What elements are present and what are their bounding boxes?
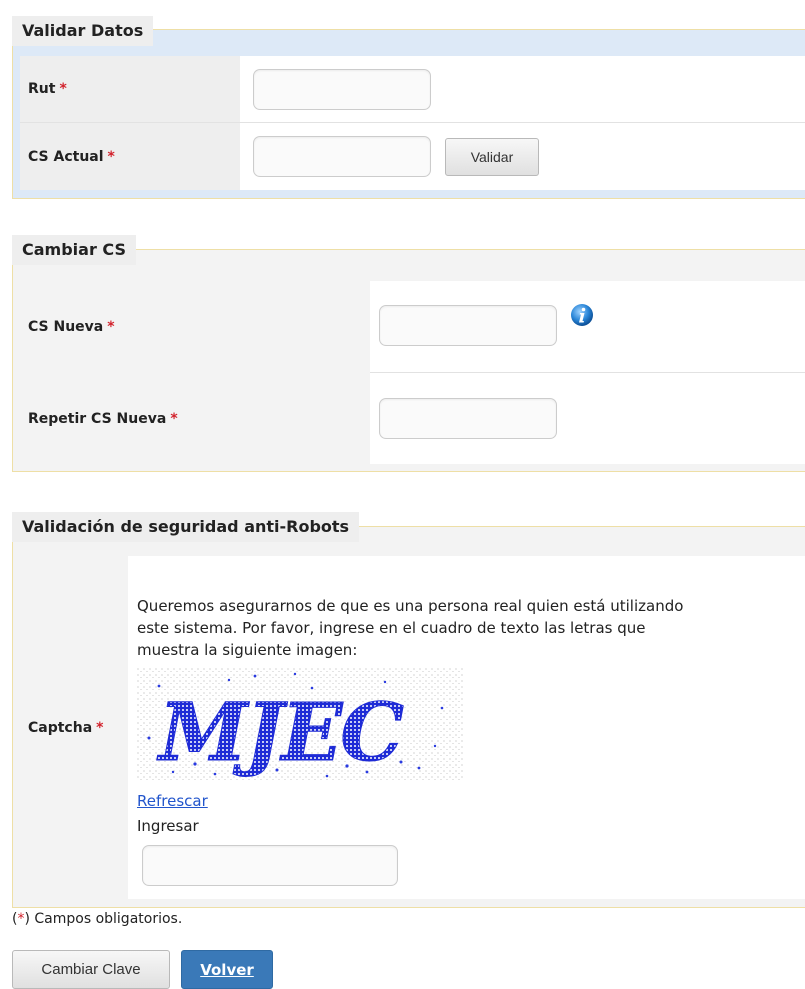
row-divider — [370, 372, 805, 373]
validar-button[interactable]: Validar — [445, 138, 539, 176]
ingresar-label: Ingresar — [137, 817, 199, 835]
cambiar-legend: Cambiar CS — [12, 235, 136, 265]
captcha-input[interactable] — [142, 845, 398, 886]
volver-button[interactable]: Volver — [181, 950, 273, 989]
rut-label: Rut * — [28, 81, 67, 97]
rut-input[interactable] — [253, 69, 431, 110]
required-note: (*) Campos obligatorios. — [12, 911, 183, 927]
captcha-letters: MJEC — [156, 685, 403, 779]
captcha-label: Captcha * — [28, 719, 104, 736]
repetir-cs-nueva-input[interactable] — [379, 398, 557, 439]
robots-legend: Validación de seguridad anti-Robots — [12, 512, 360, 542]
validar-rows: Rut * CS Actual * Validar — [20, 56, 805, 190]
cs-actual-input[interactable] — [253, 136, 431, 177]
cs-actual-label: CS Actual * — [28, 148, 115, 165]
refrescar-link[interactable]: Refrescar — [137, 792, 208, 810]
captcha-image: MJEC — [137, 668, 463, 782]
cs-nueva-input[interactable] — [379, 305, 557, 346]
cs-nueva-label: CS Nueva * — [28, 318, 115, 335]
info-icon[interactable] — [569, 302, 595, 328]
validar-legend: Validar Datos — [12, 16, 154, 46]
repetir-cs-nueva-label: Repetir CS Nueva * — [28, 410, 178, 427]
cambiar-clave-button[interactable]: Cambiar Clave — [12, 950, 170, 989]
captcha-instructions: Queremos asegurarnos de que es una perso… — [137, 597, 684, 659]
